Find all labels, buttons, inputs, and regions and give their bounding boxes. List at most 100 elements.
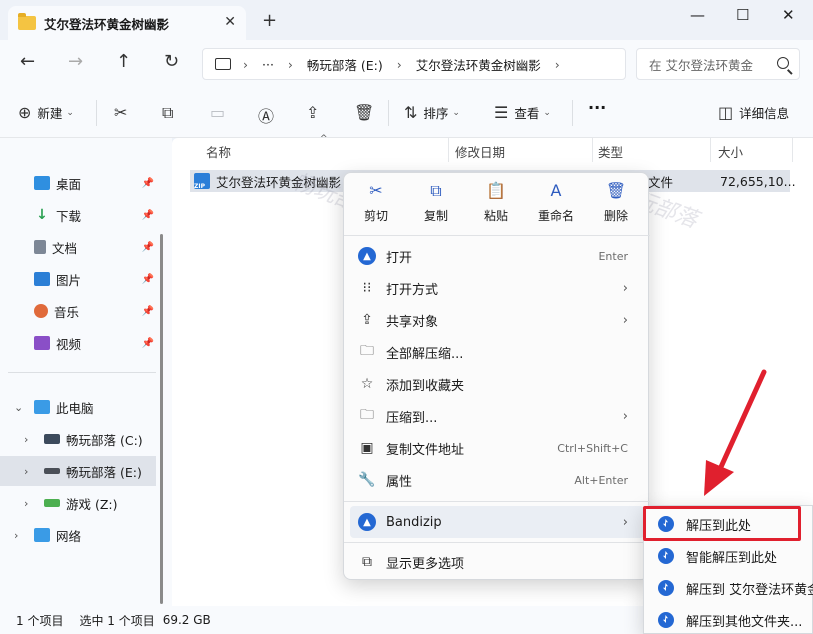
sort-button[interactable]: ⇅ 排序 ⌄ (404, 103, 460, 122)
action-label: 删除 (603, 209, 628, 223)
pin-icon[interactable]: 📌 (142, 210, 154, 221)
sidebar-item-downloads[interactable]: ↓ 下载 📌 (0, 200, 156, 230)
chevron-right-icon[interactable]: › (14, 529, 18, 542)
share-icon: ⇪ (306, 103, 320, 122)
more-options-button[interactable]: ··· (588, 98, 606, 117)
up-button[interactable]: ↑ (116, 52, 131, 72)
share-button[interactable]: ⇪ (306, 103, 325, 122)
column-divider[interactable] (792, 138, 793, 162)
submenu-item-extract-other[interactable]: 解压到其他文件夹... (644, 604, 813, 634)
rename-action[interactable]: A 重命名 (526, 181, 586, 224)
new-button[interactable]: ⊕ 新建 ⌄ (18, 103, 74, 122)
maximize-button[interactable]: ☐ (736, 6, 749, 24)
action-label: 重命名 (537, 209, 574, 223)
clipboard-icon: ▭ (210, 103, 226, 122)
breadcrumb-more[interactable]: ··· (262, 57, 274, 72)
breadcrumb-folder[interactable]: 艾尔登法环黄金树幽影 (416, 55, 541, 74)
menu-item-label: 打开 (386, 250, 413, 266)
submenu-item-smart-extract[interactable]: 智能解压到此处 (644, 540, 813, 572)
minimize-button[interactable]: — (690, 6, 705, 24)
file-size: 72,655,10... (720, 173, 796, 189)
breadcrumb-drive[interactable]: 畅玩部落 (E:) (307, 55, 383, 74)
copy-action[interactable]: ⧉ 复制 (406, 181, 466, 224)
sort-icon: ⇅ (404, 103, 418, 122)
column-header-name[interactable]: 名称 (206, 142, 231, 161)
menu-item-open-with[interactable]: ⁝⁝ 打开方式 › (350, 272, 644, 304)
column-header-type[interactable]: 类型 (598, 142, 623, 161)
status-item-count: 1 个项目 (16, 613, 64, 628)
chevron-right-icon[interactable]: › (24, 433, 28, 446)
action-label: 复制 (423, 209, 448, 223)
tab-active[interactable]: 艾尔登法环黄金树幽影 ✕ (8, 6, 246, 40)
menu-item-label: 属性 (386, 474, 413, 490)
menu-item-add-favorites[interactable]: ☆ 添加到收藏夹 (350, 368, 644, 400)
forward-button[interactable]: → (68, 52, 83, 72)
column-divider[interactable] (710, 138, 711, 162)
search-input[interactable]: 在 艾尔登法环黄金 (636, 48, 800, 80)
view-button[interactable]: ☰ 查看 ⌄ (494, 103, 551, 122)
menu-item-show-more[interactable]: ⧉ 显示更多选项 (350, 546, 644, 578)
pin-icon[interactable]: 📌 (142, 338, 154, 349)
delete-action[interactable]: 🗑 删除 (586, 181, 646, 224)
search-placeholder: 在 艾尔登法环黄金 (649, 57, 753, 73)
chevron-right-icon: › (622, 514, 628, 530)
address-bar[interactable]: › ··· › 畅玩部落 (E:) › 艾尔登法环黄金树幽影 › (202, 48, 626, 80)
sidebar-item-drive-e[interactable]: › 畅玩部落 (E:) (0, 456, 156, 486)
drive-icon (44, 468, 60, 474)
menu-item-copy-path[interactable]: ▣ 复制文件地址 Ctrl+Shift+C (350, 432, 644, 464)
paste-button[interactable]: ▭ (210, 103, 231, 122)
sidebar-item-videos[interactable]: 视频 📌 (0, 328, 156, 358)
cut-button[interactable]: ✂ (114, 103, 133, 122)
sidebar-item-pictures[interactable]: 图片 📌 (0, 264, 156, 294)
sidebar-scrollbar[interactable] (160, 234, 163, 604)
menu-item-label: 解压到其他文件夹... (686, 614, 803, 630)
menu-item-bandizip[interactable]: ▲ Bandizip › (350, 506, 644, 538)
column-header-modified[interactable]: 修改日期 (455, 142, 505, 161)
sidebar-item-desktop[interactable]: 桌面 📌 (0, 168, 156, 198)
submenu-item-extract-to-folder[interactable]: 解压到 艾尔登法环黄金树幽影 (644, 572, 813, 604)
menu-item-properties[interactable]: 🔧 属性 Alt+Enter (350, 464, 644, 496)
details-pane-button[interactable]: ◫ 详细信息 (718, 103, 789, 122)
pin-icon[interactable]: 📌 (142, 274, 154, 285)
breadcrumb-separator: › (287, 56, 293, 72)
sidebar-divider (8, 372, 156, 373)
sidebar-item-documents[interactable]: 文档 📌 (0, 232, 156, 262)
tab-close-icon[interactable]: ✕ (224, 14, 236, 30)
chevron-right-icon[interactable]: › (24, 465, 28, 478)
pin-icon[interactable]: 📌 (142, 178, 154, 189)
sidebar-item-drive-c[interactable]: › 畅玩部落 (C:) (0, 424, 156, 454)
compress-icon: 🗀 (360, 407, 374, 423)
menu-item-compress-to[interactable]: 🗀 压缩到... › (350, 400, 644, 432)
pin-icon[interactable]: 📌 (142, 306, 154, 317)
menu-item-label: 全部解压缩... (386, 346, 464, 362)
column-divider[interactable] (592, 138, 593, 162)
extract-folder-icon: 🗀 (360, 343, 374, 359)
share-icon: ⇪ (361, 312, 373, 328)
chevron-right-icon[interactable]: › (24, 497, 28, 510)
rename-button[interactable]: Ⓐ (258, 103, 280, 127)
pin-icon[interactable]: 📌 (142, 242, 154, 253)
refresh-button[interactable]: ↻ (164, 52, 179, 72)
menu-item-open[interactable]: ▲ 打开 Enter (350, 240, 644, 272)
close-button[interactable]: ✕ (782, 6, 795, 24)
menu-divider (344, 542, 650, 543)
sidebar-item-label: 文档 (52, 240, 78, 256)
column-header-size[interactable]: 大小 (718, 142, 743, 161)
column-divider[interactable] (448, 138, 449, 162)
copy-button[interactable]: ⧉ (162, 103, 179, 123)
sidebar-item-music[interactable]: 音乐 📌 (0, 296, 156, 326)
sidebar-item-this-pc[interactable]: ⌄ 此电脑 (0, 392, 156, 422)
menu-item-share[interactable]: ⇪ 共享对象 › (350, 304, 644, 336)
sidebar-item-drive-z[interactable]: › 游戏 (Z:) (0, 488, 156, 518)
sidebar-item-network[interactable]: › 网络 (0, 520, 156, 550)
delete-button[interactable]: 🗑 (354, 103, 380, 122)
cut-action[interactable]: ✂ 剪切 (346, 181, 406, 224)
status-size: 69.2 GB (162, 613, 211, 627)
back-button[interactable]: ← (20, 52, 35, 72)
menu-shortcut: Ctrl+Shift+C (557, 441, 628, 455)
menu-item-extract-all[interactable]: 🗀 全部解压缩... (350, 336, 644, 368)
navigation-pane: 桌面 📌 ↓ 下载 📌 文档 📌 图片 📌 音乐 📌 视频 📌 ⌄ 此电脑 › … (0, 138, 172, 606)
new-tab-button[interactable]: + (262, 12, 277, 30)
paste-action[interactable]: 📋 粘贴 (466, 181, 526, 224)
chevron-down-icon[interactable]: ⌄ (14, 401, 23, 414)
